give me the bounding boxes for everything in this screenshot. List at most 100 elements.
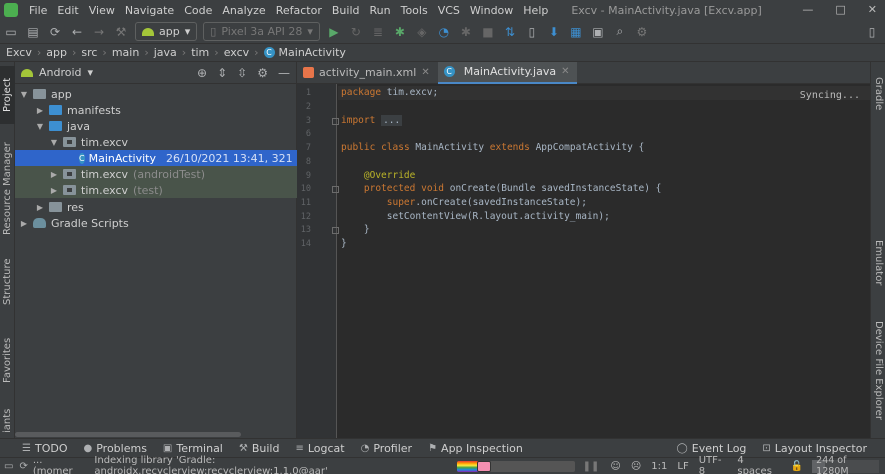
event-log-tool-button[interactable]: ◯ Event Log	[669, 442, 755, 455]
folded-imports[interactable]: ...	[381, 115, 403, 126]
build-tool-button[interactable]: ⚒ Build	[231, 442, 288, 455]
chevron-right-icon[interactable]: ▶	[49, 170, 59, 179]
save-all-icon[interactable]: ▤	[24, 23, 42, 41]
run-config-select[interactable]: app ▾	[135, 22, 198, 41]
code-editor[interactable]: 1 2 3 6 7 8 9 10 11 12 13 14 package tim…	[297, 84, 870, 438]
line-number-gutter[interactable]: 1 2 3 6 7 8 9 10 11 12 13 14	[297, 84, 339, 438]
tree-node-app[interactable]: ▼ app	[15, 86, 297, 102]
collapse-all-icon[interactable]: ⇳	[237, 66, 247, 80]
tab-mainactivity-java[interactable]: C MainActivity.java ✕	[437, 61, 578, 84]
assistant-icon[interactable]: ⚙	[633, 23, 651, 41]
emulator-tool-tab[interactable]: Emulator	[871, 232, 885, 294]
menu-view[interactable]: View	[84, 4, 120, 17]
minimize-button[interactable]: —	[802, 3, 813, 16]
menu-navigate[interactable]: Navigate	[120, 4, 179, 17]
breadcrumb-item[interactable]: main	[112, 46, 139, 59]
avd-manager-icon[interactable]: ▯	[523, 23, 541, 41]
lock-icon[interactable]: 🔓	[791, 461, 803, 472]
back-arrow-icon[interactable]: ←	[68, 23, 86, 41]
chevron-down-icon[interactable]: ▼	[19, 90, 29, 99]
indent-setting[interactable]: 4 spaces	[737, 455, 780, 474]
file-encoding[interactable]: UTF-8	[699, 455, 728, 474]
locate-icon[interactable]: ⊕	[197, 66, 207, 80]
favorites-tool-tab[interactable]: Favorites	[0, 328, 15, 392]
attach-debugger-icon[interactable]: ✱	[457, 23, 475, 41]
coverage-icon[interactable]: ◈	[413, 23, 431, 41]
menu-help[interactable]: Help	[518, 4, 553, 17]
chevron-down-icon[interactable]: ▼	[49, 138, 59, 147]
breadcrumb-item[interactable]: src	[81, 46, 97, 59]
menu-window[interactable]: Window	[465, 4, 518, 17]
tree-node-res[interactable]: ▶ res	[15, 199, 297, 215]
indexing-status[interactable]: Indexing library 'Gradle: androidx.recyc…	[94, 455, 445, 474]
layout-icon[interactable]: ▣	[589, 23, 607, 41]
sync-gradle-icon[interactable]: ⇅	[501, 23, 519, 41]
menu-build[interactable]: Build	[327, 4, 365, 17]
tree-node-package-androidtest[interactable]: ▶ tim.excv (androidTest)	[15, 166, 297, 182]
search-icon[interactable]: ⌕	[611, 23, 629, 41]
tree-node-package-test[interactable]: ▶ tim.excv (test)	[15, 182, 297, 198]
logcat-tool-button[interactable]: ≡ Logcat	[287, 442, 352, 455]
chevron-right-icon[interactable]: ▶	[35, 203, 45, 212]
run-icon[interactable]: ▶	[325, 23, 343, 41]
menu-edit[interactable]: Edit	[52, 4, 83, 17]
tab-activity-main-xml[interactable]: activity_main.xml ✕	[297, 62, 438, 84]
fold-marker-icon[interactable]	[332, 186, 339, 193]
frown-icon[interactable]: ☹	[631, 461, 641, 472]
breadcrumb-item[interactable]: app	[46, 46, 67, 59]
breadcrumb-item[interactable]: tim	[191, 46, 209, 59]
hide-panel-icon[interactable]: —	[278, 66, 290, 80]
debug-icon[interactable]: ✱	[391, 23, 409, 41]
rerun-icon[interactable]: ↻	[347, 23, 365, 41]
layout-inspector-tool-button[interactable]: ⊡ Layout Inspector	[754, 442, 875, 455]
chevron-down-icon[interactable]: ▼	[35, 122, 45, 131]
hammer-icon[interactable]: ⚒	[112, 23, 130, 41]
tree-node-java[interactable]: ▼ java	[15, 118, 297, 134]
open-folder-icon[interactable]: ▭	[2, 23, 20, 41]
menu-refactor[interactable]: Refactor	[271, 4, 327, 17]
chevron-right-icon[interactable]: ▶	[49, 186, 59, 195]
tree-node-manifests[interactable]: ▶ manifests	[15, 102, 297, 118]
fold-marker-icon[interactable]	[332, 227, 339, 234]
chevron-down-icon[interactable]: ▾	[88, 66, 94, 79]
menu-vcs[interactable]: VCS	[433, 4, 465, 17]
horizontal-scrollbar[interactable]	[15, 432, 241, 437]
line-separator[interactable]: LF	[677, 461, 688, 472]
gear-icon[interactable]: ⚙	[257, 66, 268, 80]
terminal-tool-button[interactable]: ▣ Terminal	[155, 442, 231, 455]
close-icon[interactable]: ✕	[561, 66, 569, 77]
device-select[interactable]: ▯ Pixel 3a API 28 ▾	[203, 22, 320, 41]
structure-tool-tab[interactable]: Structure	[0, 250, 15, 314]
tree-node-mainactivity[interactable]: C MainActivity 26/10/2021 13:41, 321 B 4	[15, 150, 297, 166]
expand-all-icon[interactable]: ⇕	[217, 66, 227, 80]
menu-run[interactable]: Run	[365, 4, 396, 17]
chevron-right-icon[interactable]: ▶	[19, 219, 29, 228]
breadcrumb-item[interactable]: java	[154, 46, 177, 59]
sync-icon[interactable]: ⟳	[46, 23, 64, 41]
project-tool-tab[interactable]: Project	[0, 66, 15, 124]
pause-icon[interactable]: ❚❚	[583, 461, 600, 472]
panel-toggle-icon[interactable]: ▭	[4, 461, 13, 472]
project-structure-icon[interactable]: ▦	[567, 23, 585, 41]
app-inspection-tool-button[interactable]: ⚑ App Inspection	[420, 442, 531, 455]
menu-file[interactable]: File	[24, 4, 52, 17]
breadcrumb-item[interactable]: excv	[224, 46, 249, 59]
fold-marker-icon[interactable]	[332, 118, 339, 125]
todo-tool-button[interactable]: ☰ TODO	[14, 442, 75, 455]
panel-toggle-icon[interactable]: ▯	[863, 23, 881, 41]
device-file-explorer-tool-tab[interactable]: Device File Explorer	[871, 308, 885, 432]
menu-code[interactable]: Code	[179, 4, 217, 17]
caret-position[interactable]: 1:1	[651, 461, 667, 472]
forward-arrow-icon[interactable]: →	[90, 23, 108, 41]
resource-manager-tool-tab[interactable]: Resource Manager	[0, 140, 15, 238]
memory-indicator[interactable]: 244 of 1280M	[812, 455, 879, 474]
maximize-button[interactable]: □	[835, 3, 845, 16]
profile-icon[interactable]: ◔	[435, 23, 453, 41]
smile-icon[interactable]: ☺	[610, 461, 620, 472]
problems-tool-button[interactable]: ● Problems	[75, 442, 154, 455]
project-view-select[interactable]: Android	[39, 66, 82, 79]
sdk-manager-icon[interactable]: ⬇	[545, 23, 563, 41]
breadcrumb-item[interactable]: MainActivity	[279, 46, 346, 59]
breadcrumb-item[interactable]: Excv	[6, 46, 32, 59]
chevron-right-icon[interactable]: ▶	[35, 106, 45, 115]
